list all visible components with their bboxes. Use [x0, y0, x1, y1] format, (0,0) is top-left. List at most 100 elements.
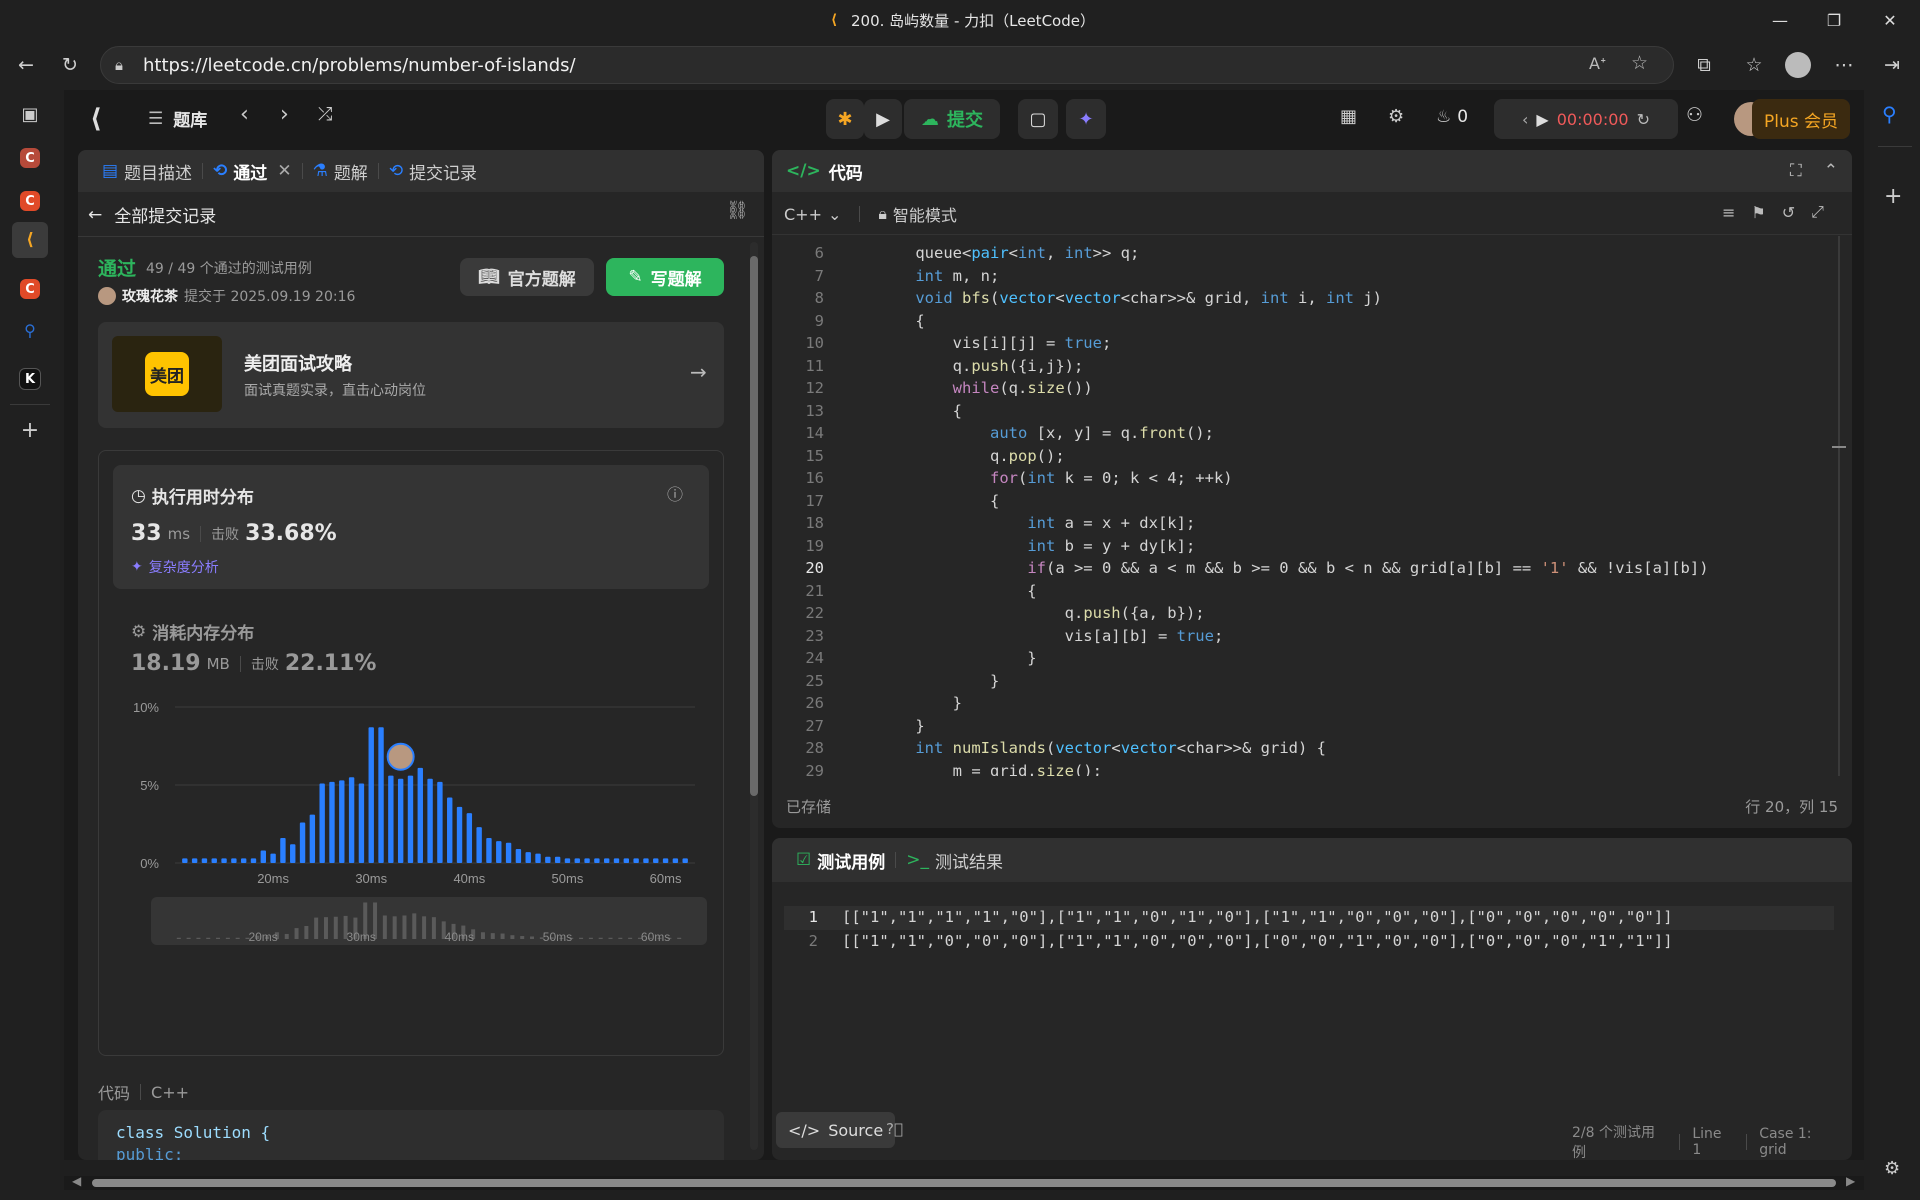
runtime-distribution-chart[interactable]: 10% 5% 0% 20ms 30ms 40ms 50ms 60ms 20ms 30ms 40ms 5… [99, 687, 723, 1057]
editor-scrollbar[interactable] [1832, 236, 1846, 776]
tab-label: 提交记录 [409, 163, 478, 184]
bookmark-icon[interactable]: ⚑ [1751, 203, 1765, 222]
debug-button[interactable]: ✱ [826, 99, 864, 139]
promo-card[interactable]: 美团 美团面试攻略 面试真题实录，直击心动岗位 → [98, 322, 724, 428]
runtime-unit: ms [167, 524, 191, 543]
minimize-button[interactable]: — [1752, 0, 1808, 40]
book-icon: 📖︎ [478, 267, 500, 287]
fullscreen-icon[interactable]: ⛶ [1790, 161, 1802, 181]
search-icon[interactable]: ⚲ [1882, 102, 1897, 126]
expand-icon[interactable]: ⤢ [1811, 202, 1824, 222]
back-to-all-submissions[interactable]: ← 全部提交记录 [88, 202, 216, 228]
tab-c-icon[interactable]: C [20, 148, 40, 168]
complexity-analysis-link[interactable]: ✦ 复杂度分析 [131, 557, 219, 577]
settings-gear-icon[interactable]: ⚙ [1884, 1158, 1900, 1179]
scroll-left-icon[interactable]: ◀ [72, 1174, 81, 1188]
language-select[interactable]: C++ ⌄ [784, 205, 841, 224]
smart-mode-toggle[interactable]: 🔒︎ 智能模式 [878, 202, 957, 226]
tab-accepted[interactable]: ⟲ 通过 ✕ [203, 159, 302, 184]
settings-icon[interactable]: ⚙ [1388, 106, 1404, 127]
ai-assistant-button[interactable]: ✦ [1066, 99, 1106, 139]
tab-c-icon[interactable]: C [20, 191, 40, 211]
chart-bar [653, 858, 659, 863]
back-arrow-icon[interactable]: ← [8, 47, 44, 83]
testcase-status-bar: 2/8 个测试用例 Line 1 Case 1: grid [1572, 1122, 1842, 1160]
vertical-tabs: ▣ C C ⟨ C ⚲ K + [0, 90, 60, 1200]
runtime-card[interactable]: ◷ 执行用时分布 ⓘ 33 ms 击败 33.68% ✦ 复杂度分析 [113, 465, 709, 589]
streak-counter[interactable]: ♨ 0 [1436, 107, 1468, 127]
line-number: 10 [805, 334, 824, 352]
code-area[interactable]: 6 queue<pair<int, int>> q; 7 int m, n; 8 v… [772, 236, 1836, 776]
reset-icon[interactable]: ↺ [1782, 203, 1795, 222]
profile-avatar[interactable] [1780, 47, 1816, 83]
tab-submissions[interactable]: ⟲ 提交记录 [379, 159, 487, 184]
tab-leetcode-icon[interactable]: ⟨ [12, 222, 48, 258]
chart-bar [427, 778, 433, 863]
info-icon[interactable]: ⓘ [667, 481, 683, 505]
write-solution-button[interactable]: ✎ 写题解 [606, 258, 724, 296]
plus-membership-button[interactable]: Plus 会员 [1752, 99, 1850, 139]
chart-bar [280, 838, 286, 863]
page-horizontal-scrollbar[interactable]: ◀ ▶ [64, 1174, 1864, 1190]
maximize-button[interactable]: ❐ [1806, 0, 1862, 40]
scrollbar-thumb[interactable] [92, 1179, 1836, 1187]
layout-icon[interactable]: ▦ [1340, 106, 1357, 127]
notes-button[interactable]: ▢ [1018, 99, 1058, 139]
reload-icon[interactable]: ↻ [52, 47, 88, 83]
tab-test-result[interactable]: >_ 测试结果 [896, 848, 1013, 873]
leetcode-logo-icon[interactable]: ⟨ [90, 104, 120, 134]
favorites-icon[interactable]: ☆ [1736, 47, 1772, 83]
edit-icon: ✎ [628, 267, 643, 287]
code-line: 6 queue<pair<int, int>> q; [772, 242, 1836, 265]
code-line: 11 q.push({i,j}); [772, 355, 1836, 378]
share-link-icon[interactable]: ⛓ [726, 200, 749, 221]
add-friend-icon[interactable]: ⚇ [1686, 104, 1703, 126]
tab-description[interactable]: ▤ 题目描述 [92, 159, 202, 184]
code-line: 18 int a = x + dx[k]; [772, 512, 1836, 535]
add-icon[interactable]: + [1884, 184, 1902, 209]
code-text: if(a >= 0 && a < m && b >= 0 && b < n &&… [1027, 559, 1709, 577]
tab-solutions[interactable]: ⚗ 题解 [303, 159, 378, 184]
code-text: vis[a][b] = true; [878, 626, 1224, 645]
extensions-icon[interactable]: ⧉ [1686, 47, 1722, 83]
tab-c-icon[interactable]: C [20, 279, 40, 299]
scroll-right-icon[interactable]: ▶ [1846, 1174, 1855, 1188]
help-icon[interactable]: ?⃝ [886, 1120, 903, 1138]
close-window-button[interactable]: ✕ [1862, 0, 1918, 40]
official-solution-button[interactable]: 📖︎ 官方题解 [460, 258, 594, 296]
sidebar-toggle-icon[interactable]: ⇥ [1874, 47, 1910, 83]
scrollbar-marker [1832, 446, 1846, 448]
format-icon[interactable]: ≡ [1722, 203, 1735, 222]
line-number: 7 [814, 266, 824, 285]
tab-search-icon[interactable]: ⚲ [12, 312, 48, 348]
problem-list-link[interactable]: ☰ 题库 [148, 106, 207, 132]
timer-widget[interactable]: ‹ ▶ 00:00:00 ↻ [1494, 99, 1678, 139]
address-bar[interactable]: 🔒︎ https://leetcode.cn/problems/number-o… [100, 46, 1674, 84]
read-aloud-icon[interactable]: Aᐩ [1589, 54, 1606, 73]
prev-problem-chevron-icon[interactable]: ‹ [240, 102, 249, 127]
close-tab-icon[interactable]: ✕ [277, 161, 291, 181]
line-number: 20 [805, 559, 824, 577]
source-toggle-button[interactable]: </> Source [776, 1112, 896, 1148]
tab-actions-icon[interactable]: ▣ [12, 96, 48, 132]
new-tab-icon[interactable]: + [12, 412, 48, 448]
collapse-chevron-icon[interactable]: ⌃ [1824, 161, 1838, 181]
code-text: { [878, 581, 1037, 600]
tab-testcase[interactable]: ☑ 测试用例 [786, 848, 895, 873]
username[interactable]: 玫瑰花茶 [122, 286, 178, 306]
shuffle-icon[interactable]: ⤮ [318, 104, 332, 125]
favorite-star-icon[interactable]: ☆ [1631, 52, 1648, 74]
submit-button[interactable]: ☁ 提交 [904, 99, 1000, 139]
left-panel-scrollbar[interactable] [750, 242, 758, 1150]
overview-bar [196, 937, 201, 939]
tab-k-icon[interactable]: K [19, 368, 41, 390]
memory-header[interactable]: ⚙ 消耗内存分布 [131, 619, 254, 645]
scrollbar-thumb[interactable] [750, 256, 758, 796]
run-button[interactable]: ▶ [864, 99, 902, 139]
language-label: C++ [784, 204, 822, 224]
line-indicator: Line 1 [1692, 1126, 1722, 1158]
save-status: 已存储 [786, 798, 832, 816]
more-menu-icon[interactable]: ⋯ [1826, 47, 1862, 83]
chart-bar [368, 727, 374, 863]
next-problem-chevron-icon[interactable]: › [280, 102, 289, 127]
